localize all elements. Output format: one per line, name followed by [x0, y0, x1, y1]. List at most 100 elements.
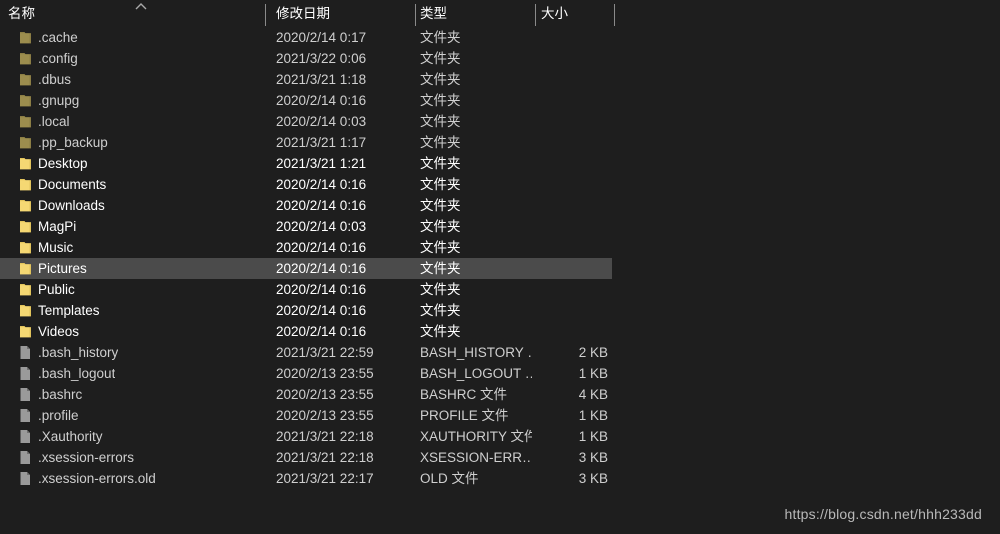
- file-name[interactable]: .pp_backup: [38, 132, 108, 153]
- file-name[interactable]: Videos: [38, 321, 79, 342]
- file-name[interactable]: Music: [38, 237, 73, 258]
- file-size: 3 KB: [578, 471, 608, 486]
- folder-icon: [18, 219, 33, 234]
- file-modified-date: 2020/2/14 0:03: [276, 114, 367, 129]
- file-type: XAUTHORITY 文件: [420, 429, 532, 444]
- table-row[interactable]: Music 2020/2/14 0:16 文件夹: [0, 237, 1000, 258]
- table-row[interactable]: Videos 2020/2/14 0:16 文件夹: [0, 321, 1000, 342]
- folder-icon-dim: [18, 135, 33, 150]
- file-name[interactable]: Public: [38, 279, 75, 300]
- file-size: [535, 27, 608, 48]
- table-row[interactable]: .bash_history 2021/3/21 22:59 BASH_HISTORY…: [0, 342, 1000, 363]
- file-name[interactable]: Desktop: [38, 153, 88, 174]
- file-icon: [18, 408, 33, 423]
- file-size: [535, 153, 608, 174]
- file-icon: [18, 471, 33, 486]
- file-name[interactable]: .Xauthority: [38, 426, 103, 447]
- file-list[interactable]: .cache 2020/2/14 0:17 文件夹 .config 2021/3/22 …: [0, 27, 1000, 489]
- table-row[interactable]: .bash_logout 2020/2/13 23:55 BASH_LOGOUT ……: [0, 363, 1000, 384]
- folder-icon: [18, 303, 33, 318]
- file-modified-date: 2020/2/14 0:16: [276, 198, 367, 213]
- file-name[interactable]: .cache: [38, 27, 78, 48]
- folder-icon-dim: [18, 30, 33, 45]
- table-row[interactable]: .xsession-errors 2021/3/21 22:18 XSESSION-…: [0, 447, 1000, 468]
- file-name[interactable]: .bash_history: [38, 342, 118, 363]
- file-name[interactable]: .xsession-errors.old: [38, 468, 156, 489]
- column-header-type[interactable]: 类型: [420, 0, 447, 27]
- file-modified-date: 2020/2/13 23:55: [276, 387, 374, 402]
- file-name[interactable]: .bashrc: [38, 384, 82, 405]
- file-type: 文件夹: [420, 261, 461, 276]
- table-row[interactable]: .local 2020/2/14 0:03 文件夹: [0, 111, 1000, 132]
- file-name[interactable]: .config: [38, 48, 78, 69]
- file-size: [535, 279, 608, 300]
- file-icon: [18, 429, 33, 444]
- file-size: [535, 195, 608, 216]
- file-modified-date: 2020/2/14 0:16: [276, 282, 367, 297]
- file-type: BASH_HISTORY …: [420, 345, 532, 360]
- file-name[interactable]: .profile: [38, 405, 79, 426]
- file-type: 文件夹: [420, 156, 461, 171]
- file-name[interactable]: .dbus: [38, 69, 71, 90]
- table-row[interactable]: MagPi 2020/2/14 0:03 文件夹: [0, 216, 1000, 237]
- table-row[interactable]: .dbus 2021/3/21 1:18 文件夹: [0, 69, 1000, 90]
- file-type: 文件夹: [420, 135, 461, 150]
- folder-icon-dim: [18, 93, 33, 108]
- file-name[interactable]: Pictures: [38, 258, 87, 279]
- folder-icon: [18, 261, 33, 276]
- table-row[interactable]: Documents 2020/2/14 0:16 文件夹: [0, 174, 1000, 195]
- file-icon: [18, 450, 33, 465]
- folder-icon: [18, 198, 33, 213]
- table-row[interactable]: Pictures 2020/2/14 0:16 文件夹: [0, 258, 1000, 279]
- file-name[interactable]: Downloads: [38, 195, 105, 216]
- column-divider-4[interactable]: [614, 4, 615, 26]
- folder-icon: [18, 177, 33, 192]
- file-type: 文件夹: [420, 240, 461, 255]
- chevron-up-icon: [133, 0, 149, 12]
- file-name[interactable]: Templates: [38, 300, 100, 321]
- file-name[interactable]: .bash_logout: [38, 363, 115, 384]
- file-icon: [18, 345, 33, 360]
- column-header-size[interactable]: 大小: [541, 0, 568, 27]
- file-size: [535, 258, 608, 279]
- table-row[interactable]: Templates 2020/2/14 0:16 文件夹: [0, 300, 1000, 321]
- table-row[interactable]: Desktop 2021/3/21 1:21 文件夹: [0, 153, 1000, 174]
- file-type: 文件夹: [420, 324, 461, 339]
- table-row[interactable]: .xsession-errors.old 2021/3/21 22:17 OLD 文…: [0, 468, 1000, 489]
- table-row[interactable]: .gnupg 2020/2/14 0:16 文件夹: [0, 90, 1000, 111]
- file-type: XSESSION-ERR…: [420, 450, 532, 465]
- file-type: 文件夹: [420, 30, 461, 45]
- table-row[interactable]: .pp_backup 2021/3/21 1:17 文件夹: [0, 132, 1000, 153]
- file-modified-date: 2020/2/14 0:16: [276, 240, 367, 255]
- file-type: 文件夹: [420, 177, 461, 192]
- file-icon: [18, 387, 33, 402]
- file-modified-date: 2021/3/21 1:18: [276, 72, 367, 87]
- folder-icon: [18, 240, 33, 255]
- column-divider-1[interactable]: [265, 4, 266, 26]
- folder-icon-dim: [18, 72, 33, 87]
- table-row[interactable]: .Xauthority 2021/3/21 22:18 XAUTHORITY 文件 1…: [0, 426, 1000, 447]
- column-divider-2[interactable]: [415, 4, 416, 26]
- file-name[interactable]: .xsession-errors: [38, 447, 134, 468]
- file-name[interactable]: MagPi: [38, 216, 76, 237]
- column-divider-3[interactable]: [535, 4, 536, 26]
- file-name[interactable]: .local: [38, 111, 70, 132]
- table-row[interactable]: Downloads 2020/2/14 0:16 文件夹: [0, 195, 1000, 216]
- file-name[interactable]: .gnupg: [38, 90, 79, 111]
- table-row[interactable]: .profile 2020/2/13 23:55 PROFILE 文件 1 KB: [0, 405, 1000, 426]
- watermark-text: https://blog.csdn.net/hhh233dd: [784, 506, 982, 522]
- table-row[interactable]: .config 2021/3/22 0:06 文件夹: [0, 48, 1000, 69]
- file-size: 3 KB: [578, 450, 608, 465]
- file-type: 文件夹: [420, 198, 461, 213]
- file-size: 1 KB: [578, 429, 608, 444]
- file-type: 文件夹: [420, 303, 461, 318]
- column-header-date[interactable]: 修改日期: [276, 0, 330, 27]
- file-name[interactable]: Documents: [38, 174, 106, 195]
- column-header-name[interactable]: 名称: [8, 0, 35, 27]
- table-row[interactable]: .cache 2020/2/14 0:17 文件夹: [0, 27, 1000, 48]
- file-type: 文件夹: [420, 51, 461, 66]
- table-row[interactable]: .bashrc 2020/2/13 23:55 BASHRC 文件 4 KB: [0, 384, 1000, 405]
- table-row[interactable]: Public 2020/2/14 0:16 文件夹: [0, 279, 1000, 300]
- file-size: [535, 237, 608, 258]
- file-size: 4 KB: [578, 387, 608, 402]
